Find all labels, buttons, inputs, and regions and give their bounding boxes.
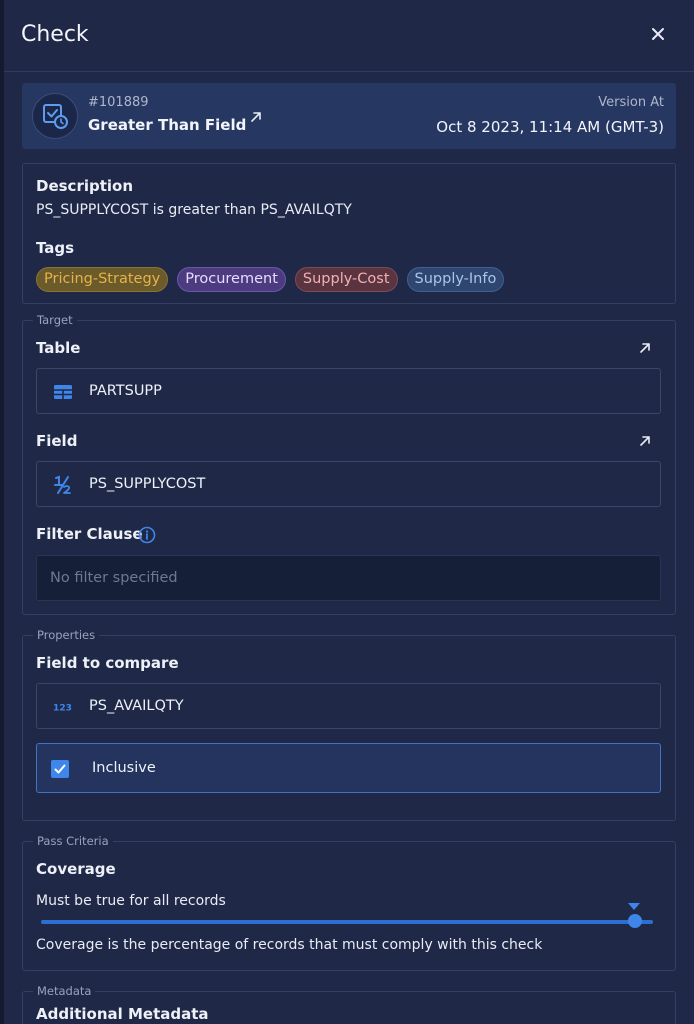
version-value: Oct 8 2023, 11:14 AM (GMT-3) [436, 118, 664, 136]
description-text: PS_SUPPLYCOST is greater than PS_AVAILQT… [36, 202, 352, 218]
checkmark-icon [54, 764, 66, 774]
target-legend: Target [33, 313, 77, 327]
table-value: PARTSUPP [89, 383, 162, 399]
compare-field[interactable]: 123 PS_AVAILQTY [36, 683, 661, 729]
field-field[interactable]: PS_SUPPLYCOST [36, 461, 661, 507]
check-panel: Check #101889 Greater Than Field Version… [0, 0, 694, 1024]
info-icon[interactable] [138, 526, 156, 544]
panel-left-edge [0, 0, 4, 1024]
panel-title: Check [21, 22, 89, 47]
fraction-icon [53, 475, 73, 494]
inclusive-checkbox[interactable] [51, 760, 69, 778]
coverage-value: Must be true for all records [36, 893, 226, 909]
coverage-slider-marker [628, 903, 640, 910]
tag-procurement[interactable]: Procurement [177, 267, 286, 292]
metadata-section: Metadata Additional Metadata [22, 984, 676, 1024]
tag-supply-cost[interactable]: Supply-Cost [294, 267, 398, 292]
check-id-card: #101889 Greater Than Field Version At Oc… [22, 83, 676, 149]
check-id: #101889 [88, 95, 149, 110]
coverage-label: Coverage [36, 860, 116, 878]
external-link-icon[interactable] [637, 433, 653, 449]
table-field[interactable]: PARTSUPP [36, 368, 661, 414]
coverage-help: Coverage is the percentage of records th… [36, 937, 543, 953]
external-link-icon[interactable] [248, 109, 264, 125]
tag-pricing-strategy[interactable]: Pricing-Strategy [36, 267, 169, 292]
filter-clause-label: Filter Clause [36, 525, 143, 543]
svg-text:123: 123 [53, 704, 72, 714]
compare-value: PS_AVAILQTY [89, 698, 184, 714]
filter-clause-field[interactable]: No filter specified [36, 555, 661, 601]
version-label: Version At [598, 95, 664, 110]
tag-list: Pricing-Strategy Procurement Supply-Cost… [36, 267, 505, 292]
field-label: Field [36, 432, 78, 450]
properties-legend: Properties [33, 628, 100, 642]
panel-header: Check [4, 0, 694, 72]
filter-placeholder: No filter specified [50, 570, 178, 586]
check-name: Greater Than Field [88, 116, 247, 134]
close-icon [652, 28, 664, 40]
table-label: Table [36, 339, 81, 357]
tags-label: Tags [36, 239, 75, 257]
table-icon [53, 383, 73, 401]
target-section: Target Table PARTSUPP Field PS_SUPPLYCOS… [22, 313, 676, 615]
close-button[interactable] [648, 24, 668, 44]
metadata-legend: Metadata [33, 984, 96, 998]
description-section: Description PS_SUPPLYCOST is greater tha… [22, 163, 676, 304]
field-to-compare-label: Field to compare [36, 654, 179, 672]
pass-criteria-section: Pass Criteria Coverage Must be true for … [22, 834, 676, 971]
inclusive-checkbox-row[interactable]: Inclusive [36, 743, 661, 793]
additional-metadata-label: Additional Metadata [36, 1005, 209, 1023]
field-value: PS_SUPPLYCOST [89, 476, 206, 492]
pass-criteria-legend: Pass Criteria [33, 834, 113, 848]
inclusive-label: Inclusive [92, 760, 156, 776]
number-icon: 123 [53, 698, 73, 716]
properties-section: Properties Field to compare 123 PS_AVAIL… [22, 628, 676, 821]
description-label: Description [36, 177, 134, 195]
external-link-icon[interactable] [637, 340, 653, 356]
check-clock-icon [32, 93, 78, 139]
coverage-slider-thumb[interactable] [628, 914, 642, 928]
tag-supply-info[interactable]: Supply-Info [406, 267, 505, 292]
coverage-slider-track[interactable] [41, 920, 653, 924]
